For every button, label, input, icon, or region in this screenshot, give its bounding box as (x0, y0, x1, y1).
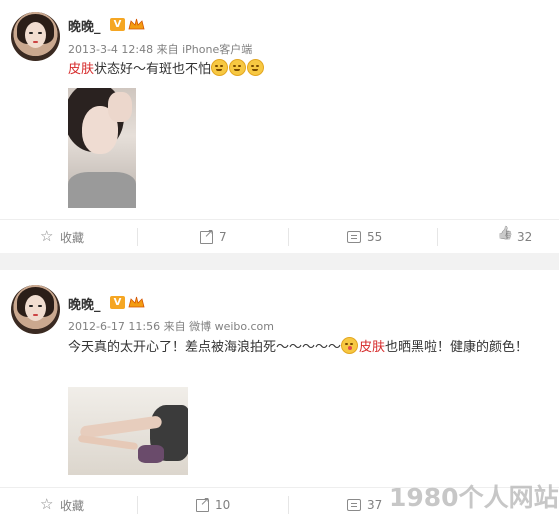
comment-icon (347, 499, 361, 511)
post-photo[interactable] (68, 387, 188, 475)
favorite-label: 收藏 (60, 498, 85, 513)
grin-emoji-icon (247, 59, 265, 76)
avatar[interactable] (11, 285, 60, 334)
grin-emoji-icon (229, 59, 247, 76)
favorite-label: 收藏 (60, 230, 85, 245)
username[interactable]: 晚晚_ (68, 16, 101, 35)
grin-emoji-icon (211, 59, 229, 76)
username[interactable]: 晚晚_ (68, 294, 101, 313)
crown-icon (128, 18, 145, 30)
share-icon (196, 494, 210, 512)
post-meta: 2012-6-17 11:56 来自 微博 weibo.com (68, 320, 274, 333)
repost-count: 10 (215, 498, 231, 512)
keyword-highlight[interactable]: 皮肤 (359, 340, 385, 355)
keyword-highlight[interactable]: 皮肤 (68, 62, 94, 77)
post-1: 晚晚_ V 2013-3-4 12:48 来自 iPhone客户端 皮肤状态好～… (0, 0, 559, 253)
post-photo[interactable] (68, 88, 136, 208)
post-text: 皮肤状态好～有斑也不怕 (68, 59, 265, 81)
divider (137, 496, 138, 514)
divider (288, 228, 289, 246)
like-count: 32 (517, 230, 533, 244)
favorite-button[interactable]: 收藏 (40, 220, 84, 254)
crown-icon (128, 296, 145, 308)
comment-button[interactable]: 55 (347, 220, 382, 254)
post-meta: 2013-3-4 12:48 来自 iPhone客户端 (68, 43, 253, 56)
star-icon (40, 227, 54, 245)
action-bar: 收藏 7 55 32 (0, 219, 559, 254)
post-text: 今天真的太开心了！差点被海浪拍死～～～～～ 皮肤也晒黑啦！健康的颜色！ (68, 337, 538, 359)
kiss-emoji-icon (341, 337, 359, 354)
site-watermark: 1980个人网站 (389, 483, 559, 512)
verified-badge-icon: V (110, 296, 125, 309)
divider (288, 496, 289, 514)
comment-icon (347, 231, 361, 243)
share-icon (200, 226, 214, 244)
repost-count: 7 (219, 230, 227, 244)
repost-button[interactable]: 7 (200, 220, 227, 254)
comment-count: 37 (367, 498, 383, 512)
feed-separator (0, 253, 559, 270)
divider (137, 228, 138, 246)
thumbs-up-icon (497, 230, 511, 244)
comment-count: 55 (367, 230, 383, 244)
divider (437, 228, 438, 246)
post-text-body: 今天真的太开心了！差点被海浪拍死～～～～～ (68, 340, 342, 355)
star-icon (40, 495, 54, 513)
post-text-body: 状态好～有斑也不怕 (94, 62, 212, 77)
post-text-body-end: 也晒黑啦！健康的颜色！ (385, 340, 529, 355)
like-button[interactable]: 32 (497, 220, 532, 254)
verified-badge-icon: V (110, 18, 125, 31)
avatar[interactable] (11, 12, 60, 61)
